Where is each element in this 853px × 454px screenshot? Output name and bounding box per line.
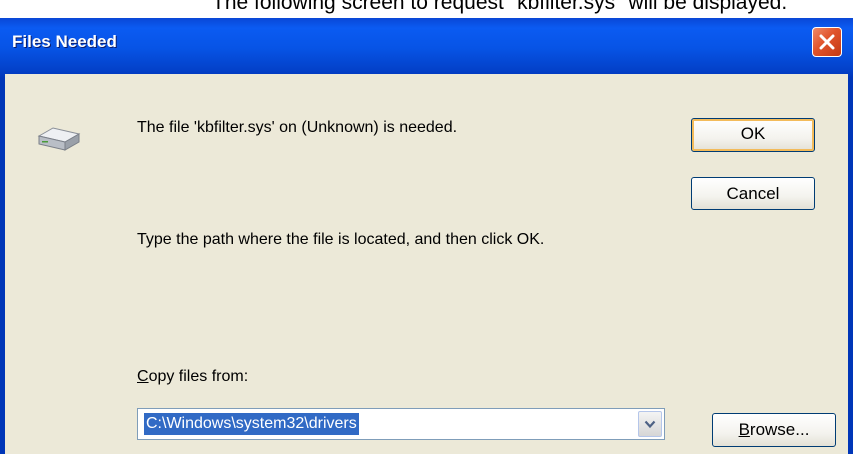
combo-dropdown-button[interactable]: [638, 411, 662, 437]
browse-button[interactable]: Browse...: [712, 413, 836, 447]
message-file-needed: The file 'kbfilter.sys' on (Unknown) is …: [137, 119, 458, 136]
cancel-button[interactable]: Cancel: [691, 177, 815, 210]
copy-label-rest: opy files from:: [148, 368, 249, 385]
copy-label-mnemonic: C: [137, 368, 149, 385]
caption-text: The following screen to request "kbfilte…: [212, 0, 788, 14]
files-needed-dialog: Files Needed The file 'kbfilter.sys' on …: [0, 18, 853, 454]
dialog-title: Files Needed: [12, 32, 117, 51]
dialog-client-area: The file 'kbfilter.sys' on (Unknown) is …: [5, 74, 848, 454]
disk-drive-icon: [37, 127, 81, 151]
close-icon: [819, 34, 835, 50]
chevron-down-icon: [644, 420, 656, 429]
copy-files-from-label: Copy files from:: [137, 368, 248, 386]
path-input-value[interactable]: C:\Windows\system32\drivers: [144, 413, 359, 435]
copy-files-from-combobox[interactable]: C:\Windows\system32\drivers: [137, 408, 665, 440]
message-instruction: Type the path where the file is located,…: [137, 231, 545, 248]
close-button[interactable]: [812, 27, 842, 57]
caption-strip: The following screen to request "kbfilte…: [0, 0, 853, 18]
browse-rest: rowse...: [749, 420, 810, 439]
browse-mnemonic: B: [738, 420, 750, 439]
ok-button[interactable]: OK: [691, 118, 815, 152]
